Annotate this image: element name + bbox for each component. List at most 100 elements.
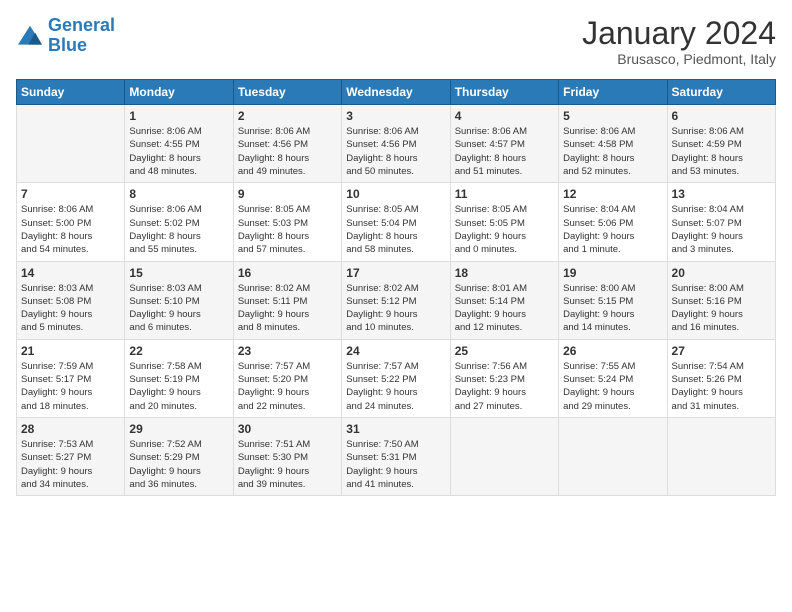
cell-w3-d3: 16 Sunrise: 8:02 AM Sunset: 5:11 PM Dayli…: [233, 261, 341, 339]
day-number: 6: [672, 109, 771, 123]
day-number: 5: [563, 109, 662, 123]
page-container: General Blue January 2024 Brusasco, Pied…: [0, 0, 792, 504]
day-number: 7: [21, 187, 120, 201]
cell-w1-d7: 6 Sunrise: 8:06 AM Sunset: 4:59 PM Daylig…: [667, 105, 775, 183]
day-number: 18: [455, 266, 554, 280]
logo-line1: General: [48, 15, 115, 35]
day-number: 26: [563, 344, 662, 358]
header-monday: Monday: [125, 80, 233, 105]
day-info: Sunrise: 7:51 AM Sunset: 5:30 PM Dayligh…: [238, 438, 337, 491]
day-info: Sunrise: 8:03 AM Sunset: 5:10 PM Dayligh…: [129, 282, 228, 335]
header-thursday: Thursday: [450, 80, 558, 105]
cell-w4-d4: 24 Sunrise: 7:57 AM Sunset: 5:22 PM Dayli…: [342, 339, 450, 417]
cell-w5-d6: [559, 417, 667, 495]
cell-w1-d3: 2Sunrise: 8:06 AM Sunset: 4:56 PM Daylig…: [233, 105, 341, 183]
day-info: Sunrise: 8:06 AM Sunset: 4:55 PM Dayligh…: [129, 125, 228, 178]
cell-w5-d1: 28Sunrise: 7:53 AM Sunset: 5:27 PM Dayli…: [17, 417, 125, 495]
day-info: Sunrise: 8:06 AM Sunset: 4:56 PM Dayligh…: [346, 125, 445, 178]
cell-w4-d2: 22 Sunrise: 7:58 AM Sunset: 5:19 PM Dayli…: [125, 339, 233, 417]
cell-w3-d5: 18 Sunrise: 8:01 AM Sunset: 5:14 PM Dayli…: [450, 261, 558, 339]
day-number: 21: [21, 344, 120, 358]
day-number: 8: [129, 187, 228, 201]
cell-w2-d1: 7 Sunrise: 8:06 AM Sunset: 5:00 PM Daylig…: [17, 183, 125, 261]
day-number: 9: [238, 187, 337, 201]
day-number: 22: [129, 344, 228, 358]
cell-w5-d2: 29 Sunrise: 7:52 AM Sunset: 5:29 PM Dayli…: [125, 417, 233, 495]
logo: General Blue: [16, 16, 115, 56]
day-number: 28: [21, 422, 120, 436]
cell-w5-d3: 30Sunrise: 7:51 AM Sunset: 5:30 PM Dayli…: [233, 417, 341, 495]
day-info: Sunrise: 7:57 AM Sunset: 5:22 PM Dayligh…: [346, 360, 445, 413]
day-info: Sunrise: 8:00 AM Sunset: 5:15 PM Dayligh…: [563, 282, 662, 335]
day-number: 29: [129, 422, 228, 436]
header-tuesday: Tuesday: [233, 80, 341, 105]
cell-w1-d4: 3 Sunrise: 8:06 AM Sunset: 4:56 PM Daylig…: [342, 105, 450, 183]
week-row-3: 14 Sunrise: 8:03 AM Sunset: 5:08 PM Dayli…: [17, 261, 776, 339]
cell-w4-d3: 23 Sunrise: 7:57 AM Sunset: 5:20 PM Dayli…: [233, 339, 341, 417]
day-number: 2: [238, 109, 337, 123]
cell-w5-d5: [450, 417, 558, 495]
day-number: 31: [346, 422, 445, 436]
day-number: 12: [563, 187, 662, 201]
day-info: Sunrise: 8:04 AM Sunset: 5:06 PM Dayligh…: [563, 203, 662, 256]
header-sunday: Sunday: [17, 80, 125, 105]
day-number: 4: [455, 109, 554, 123]
day-info: Sunrise: 7:52 AM Sunset: 5:29 PM Dayligh…: [129, 438, 228, 491]
cell-w2-d5: 11Sunrise: 8:05 AM Sunset: 5:05 PM Dayli…: [450, 183, 558, 261]
day-info: Sunrise: 8:05 AM Sunset: 5:04 PM Dayligh…: [346, 203, 445, 256]
logo-icon: [16, 24, 44, 48]
day-number: 17: [346, 266, 445, 280]
cell-w3-d2: 15 Sunrise: 8:03 AM Sunset: 5:10 PM Dayli…: [125, 261, 233, 339]
week-row-4: 21 Sunrise: 7:59 AM Sunset: 5:17 PM Dayli…: [17, 339, 776, 417]
cell-w1-d5: 4 Sunrise: 8:06 AM Sunset: 4:57 PM Daylig…: [450, 105, 558, 183]
day-info: Sunrise: 8:00 AM Sunset: 5:16 PM Dayligh…: [672, 282, 771, 335]
day-info: Sunrise: 8:06 AM Sunset: 5:00 PM Dayligh…: [21, 203, 120, 256]
day-number: 24: [346, 344, 445, 358]
cell-w4-d6: 26Sunrise: 7:55 AM Sunset: 5:24 PM Dayli…: [559, 339, 667, 417]
day-info: Sunrise: 8:06 AM Sunset: 4:58 PM Dayligh…: [563, 125, 662, 178]
cell-w3-d6: 19 Sunrise: 8:00 AM Sunset: 5:15 PM Dayli…: [559, 261, 667, 339]
day-info: Sunrise: 8:01 AM Sunset: 5:14 PM Dayligh…: [455, 282, 554, 335]
month-title: January 2024: [582, 16, 776, 51]
cell-w2-d3: 9 Sunrise: 8:05 AM Sunset: 5:03 PM Daylig…: [233, 183, 341, 261]
location-subtitle: Brusasco, Piedmont, Italy: [582, 51, 776, 67]
header: General Blue January 2024 Brusasco, Pied…: [16, 16, 776, 67]
day-info: Sunrise: 7:54 AM Sunset: 5:26 PM Dayligh…: [672, 360, 771, 413]
day-number: 3: [346, 109, 445, 123]
calendar-table: Sunday Monday Tuesday Wednesday Thursday…: [16, 79, 776, 496]
day-info: Sunrise: 8:06 AM Sunset: 4:59 PM Dayligh…: [672, 125, 771, 178]
day-number: 16: [238, 266, 337, 280]
header-wednesday: Wednesday: [342, 80, 450, 105]
day-info: Sunrise: 8:06 AM Sunset: 4:57 PM Dayligh…: [455, 125, 554, 178]
cell-w3-d1: 14 Sunrise: 8:03 AM Sunset: 5:08 PM Dayli…: [17, 261, 125, 339]
day-info: Sunrise: 7:56 AM Sunset: 5:23 PM Dayligh…: [455, 360, 554, 413]
cell-w5-d4: 31Sunrise: 7:50 AM Sunset: 5:31 PM Dayli…: [342, 417, 450, 495]
day-number: 20: [672, 266, 771, 280]
day-number: 14: [21, 266, 120, 280]
day-info: Sunrise: 8:02 AM Sunset: 5:12 PM Dayligh…: [346, 282, 445, 335]
day-number: 27: [672, 344, 771, 358]
header-row: Sunday Monday Tuesday Wednesday Thursday…: [17, 80, 776, 105]
day-number: 19: [563, 266, 662, 280]
day-number: 11: [455, 187, 554, 201]
day-info: Sunrise: 7:57 AM Sunset: 5:20 PM Dayligh…: [238, 360, 337, 413]
cell-w2-d6: 12 Sunrise: 8:04 AM Sunset: 5:06 PM Dayli…: [559, 183, 667, 261]
calendar-header: Sunday Monday Tuesday Wednesday Thursday…: [17, 80, 776, 105]
day-number: 1: [129, 109, 228, 123]
day-info: Sunrise: 7:58 AM Sunset: 5:19 PM Dayligh…: [129, 360, 228, 413]
day-info: Sunrise: 8:04 AM Sunset: 5:07 PM Dayligh…: [672, 203, 771, 256]
day-number: 23: [238, 344, 337, 358]
cell-w1-d2: 1 Sunrise: 8:06 AM Sunset: 4:55 PM Daylig…: [125, 105, 233, 183]
day-number: 15: [129, 266, 228, 280]
header-saturday: Saturday: [667, 80, 775, 105]
header-friday: Friday: [559, 80, 667, 105]
day-info: Sunrise: 7:59 AM Sunset: 5:17 PM Dayligh…: [21, 360, 120, 413]
day-info: Sunrise: 8:05 AM Sunset: 5:03 PM Dayligh…: [238, 203, 337, 256]
day-info: Sunrise: 8:03 AM Sunset: 5:08 PM Dayligh…: [21, 282, 120, 335]
cell-w3-d7: 20 Sunrise: 8:00 AM Sunset: 5:16 PM Dayli…: [667, 261, 775, 339]
cell-w4-d7: 27 Sunrise: 7:54 AM Sunset: 5:26 PM Dayli…: [667, 339, 775, 417]
calendar-body: 1 Sunrise: 8:06 AM Sunset: 4:55 PM Daylig…: [17, 105, 776, 496]
cell-w4-d1: 21 Sunrise: 7:59 AM Sunset: 5:17 PM Dayli…: [17, 339, 125, 417]
day-info: Sunrise: 8:02 AM Sunset: 5:11 PM Dayligh…: [238, 282, 337, 335]
cell-w5-d7: [667, 417, 775, 495]
